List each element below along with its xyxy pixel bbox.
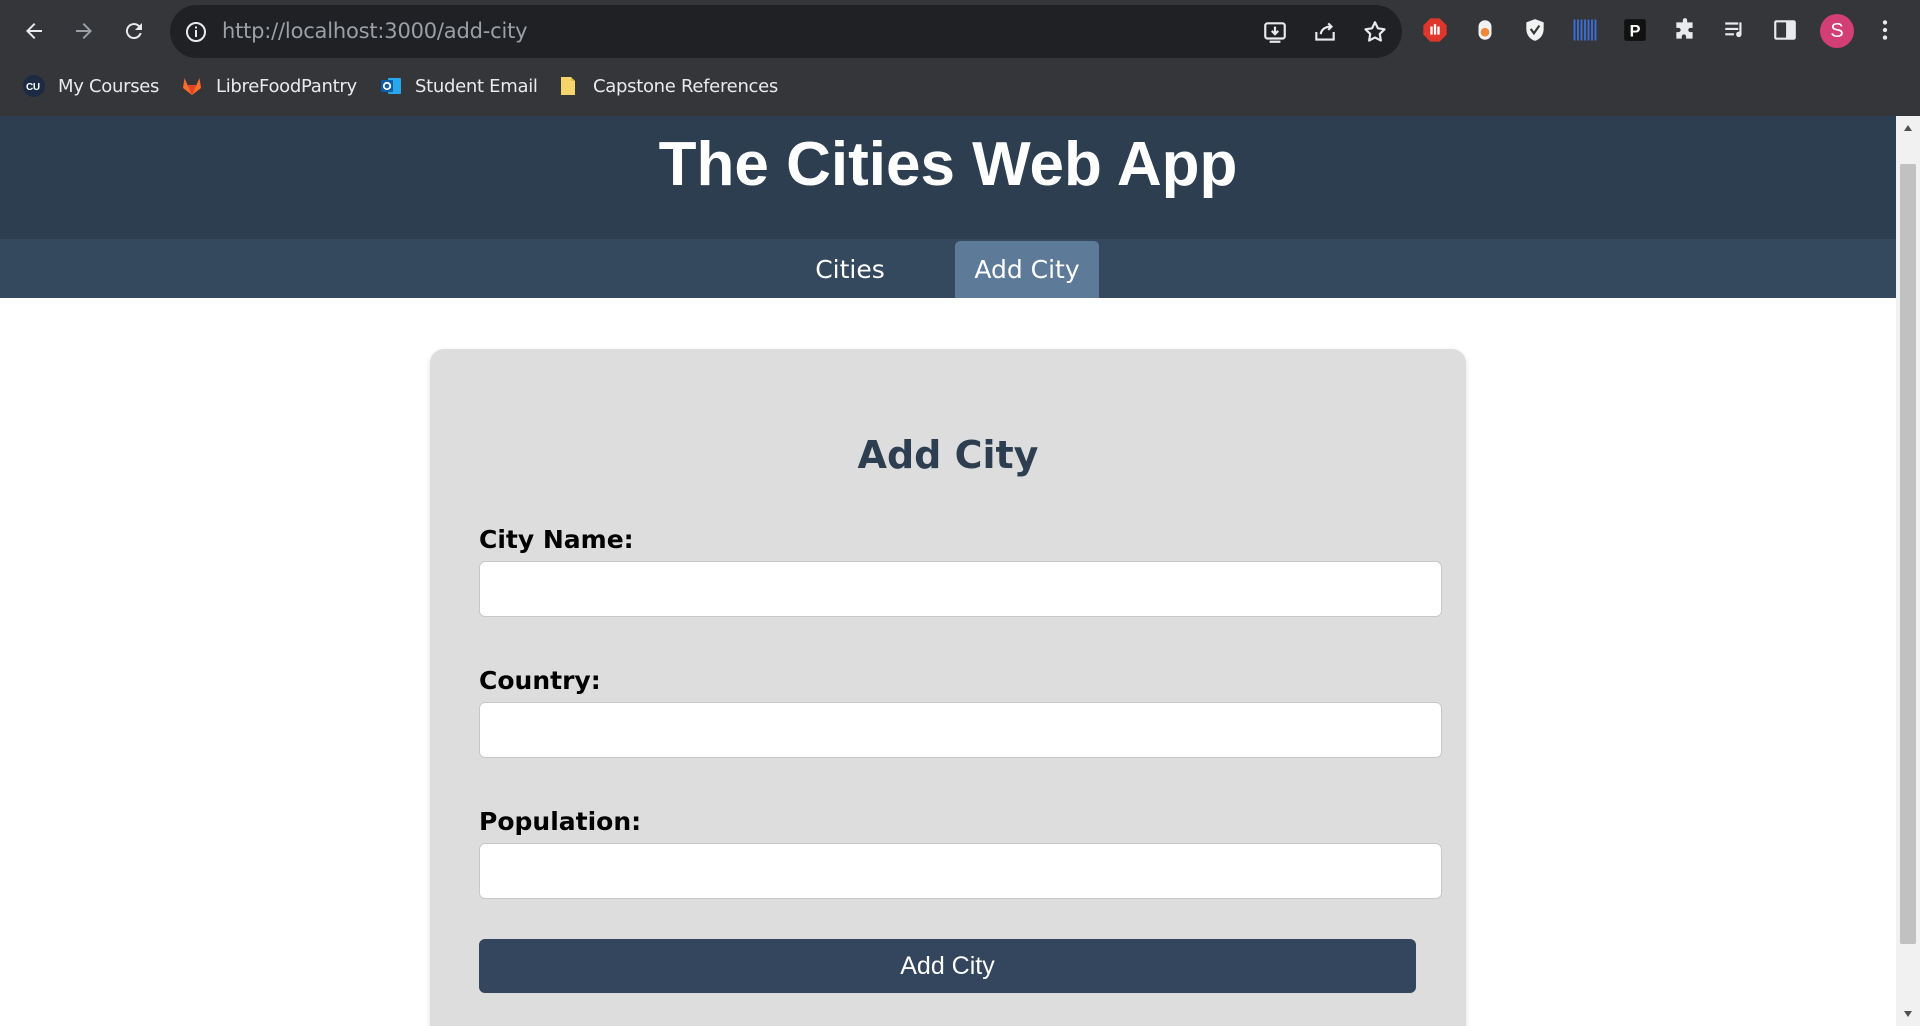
- arrow-left-icon: [26, 23, 42, 39]
- browser-chrome: http://localhost:3000/add-city P S CU My…: [0, 0, 1920, 116]
- barcode-extension-icon[interactable]: [1570, 15, 1600, 45]
- add-city-form: Add City City Name: Country: Population:…: [430, 349, 1466, 1026]
- outlook-icon: [379, 74, 403, 98]
- bookmarks-bar: CU My Courses LibreFoodPantry Student Em…: [0, 68, 1920, 104]
- bookmark-my-courses[interactable]: CU My Courses: [22, 68, 159, 104]
- folder-icon: [557, 74, 581, 98]
- browser-toolbar: http://localhost:3000/add-city P S: [0, 0, 1920, 63]
- app-nav: Cities Add City: [0, 239, 1896, 298]
- nav-link-cities[interactable]: Cities: [799, 241, 901, 298]
- cu-icon: CU: [22, 74, 46, 98]
- side-panel-icon[interactable]: [1770, 15, 1800, 45]
- bookmark-label: LibreFoodPantry: [216, 75, 357, 97]
- media-queue-icon[interactable]: [1720, 15, 1750, 45]
- bookmark-label: Capstone References: [593, 75, 778, 97]
- country-label: Country:: [479, 666, 601, 695]
- profile-avatar[interactable]: S: [1820, 14, 1854, 48]
- population-input[interactable]: [479, 843, 1442, 899]
- page-scrollbar[interactable]: [1896, 116, 1920, 1026]
- info-icon[interactable]: [184, 20, 208, 44]
- gitlab-icon: [180, 74, 204, 98]
- shield-extension-icon[interactable]: [1520, 15, 1550, 45]
- scrollbar-thumb[interactable]: [1900, 164, 1916, 944]
- share-icon[interactable]: [1312, 19, 1338, 45]
- app-header: The Cities Web App: [0, 116, 1896, 239]
- extension-orange-icon[interactable]: [1470, 15, 1500, 45]
- population-label: Population:: [479, 807, 642, 836]
- scroll-down-arrow-icon[interactable]: [1896, 1002, 1920, 1026]
- puzzle-extensions-icon[interactable]: [1670, 15, 1700, 45]
- url-host: http://localhost: [222, 19, 378, 43]
- reload-icon: [125, 23, 142, 40]
- nav-link-add-city[interactable]: Add City: [955, 241, 1099, 298]
- city-name-input[interactable]: [479, 561, 1442, 617]
- back-button[interactable]: [15, 12, 53, 50]
- url-text[interactable]: http://localhost:3000/add-city: [222, 19, 528, 43]
- reload-button[interactable]: [115, 12, 153, 50]
- city-name-label: City Name:: [479, 525, 634, 554]
- arrow-right-icon: [76, 23, 92, 39]
- bookmark-librefoodpantry[interactable]: LibreFoodPantry: [180, 68, 357, 104]
- forward-button[interactable]: [65, 12, 103, 50]
- bookmark-capstone-references[interactable]: Capstone References: [557, 68, 778, 104]
- bookmark-student-email[interactable]: Student Email: [379, 68, 538, 104]
- country-input[interactable]: [479, 702, 1442, 758]
- p-extension-icon[interactable]: P: [1620, 15, 1650, 45]
- adblock-extension-icon[interactable]: [1420, 15, 1450, 45]
- add-city-submit-button[interactable]: Add City: [479, 939, 1416, 993]
- scroll-up-arrow-icon[interactable]: [1896, 116, 1920, 140]
- bookmark-label: My Courses: [58, 75, 160, 97]
- address-bar[interactable]: http://localhost:3000/add-city: [170, 5, 1402, 58]
- bookmark-label: Student Email: [415, 75, 538, 97]
- page-viewport: The Cities Web App Cities Add City Add C…: [0, 116, 1896, 1026]
- svg-text:CU: CU: [26, 82, 40, 93]
- app-title: The Cities Web App: [658, 130, 1238, 199]
- bookmark-star-icon[interactable]: [1362, 19, 1388, 45]
- kebab-menu-icon[interactable]: [1870, 15, 1900, 45]
- install-app-icon[interactable]: [1262, 19, 1288, 45]
- form-title: Add City: [857, 433, 1039, 477]
- url-path: :3000/add-city: [377, 19, 528, 43]
- svg-text:P: P: [1630, 23, 1641, 41]
